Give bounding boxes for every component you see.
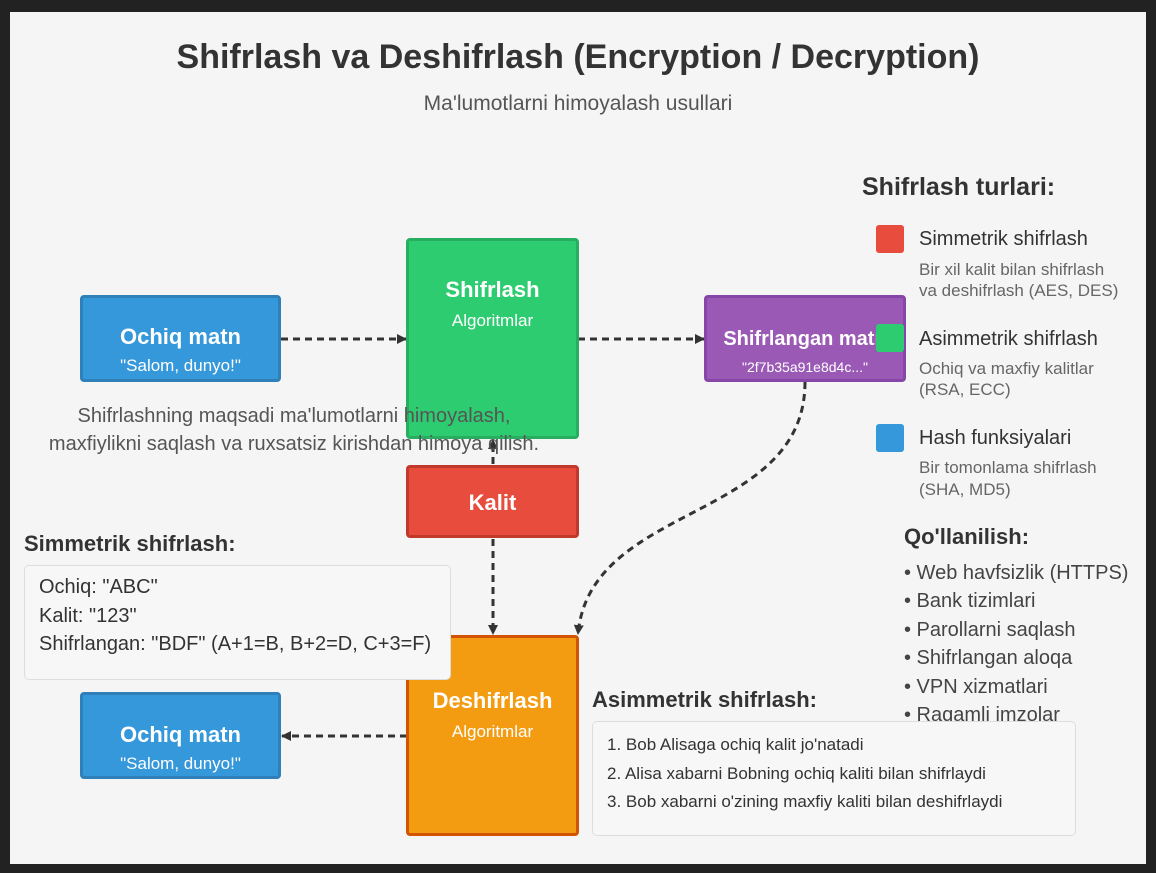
legend-swatch-asymmetric: [876, 324, 904, 352]
legend-desc-asymmetric-2: (RSA, ECC): [919, 380, 1011, 399]
asymmetric-example-heading: Asimmetrik shifrlash:: [592, 687, 817, 712]
usage-item-4: • Shifrlangan aloqa: [904, 647, 1073, 669]
asymmetric-example-panel: 1. Bob Alisaga ochiq kalit jo'natadi 2. …: [592, 721, 1076, 836]
usage-item-2: • Bank tizimlari: [904, 590, 1036, 612]
key-node-label: Kalit: [468, 490, 517, 515]
encrypt-node-label: Shifrlash: [445, 277, 540, 302]
decrypt-node-label: Deshifrlash: [432, 688, 553, 713]
result-plaintext-node: Ochiq matn "Salom, dunyo!": [80, 692, 281, 779]
purpose-note: Shifrlashning maqsadi ma'lumotlarni himo…: [30, 402, 558, 458]
decrypt-node-sub: Algoritmlar: [451, 722, 534, 741]
encrypt-node-sub: Algoritmlar: [451, 311, 534, 330]
legend-name-asymmetric: Asimmetrik shifrlash: [919, 328, 1098, 350]
legend-name-hash: Hash funksiyalari: [919, 427, 1072, 449]
purpose-note-line-2: maxfiylikni saqlash va ruxsatsiz kirishd…: [48, 433, 540, 455]
plaintext-node: Ochiq matn "Salom, dunyo!": [80, 295, 281, 382]
ciphertext-node-label: Shifrlangan matn: [723, 328, 887, 350]
asymmetric-example-line-2: 2. Alisa xabarni Bobning ochiq kaliti bi…: [607, 764, 986, 783]
legend-desc-symmetric-1: Bir xil kalit bilan shifrlash: [919, 260, 1105, 279]
symmetric-example-heading: Simmetrik shifrlash:: [24, 531, 236, 556]
asymmetric-example-line-1: 1. Bob Alisaga ochiq kalit jo'natadi: [607, 735, 864, 754]
page-title: Shifrlash va Deshifrlash (Encryption / D…: [176, 38, 980, 76]
plaintext-node-label: Ochiq matn: [119, 324, 241, 349]
diagram-canvas: Shifrlash va Deshifrlash (Encryption / D…: [10, 12, 1146, 864]
legend-desc-asymmetric-1: Ochiq va maxfiy kalitlar: [919, 359, 1094, 378]
asymmetric-example-line-3: 3. Bob xabarni o'zining maxfiy kaliti bi…: [607, 792, 1003, 811]
legend-swatch-symmetric: [876, 225, 904, 253]
usage-item-3: • Parollarni saqlash: [904, 619, 1076, 641]
key-node: Kalit: [406, 465, 579, 538]
legend-desc-hash-2: (SHA, MD5): [919, 480, 1011, 499]
symmetric-example-line-1: Ochiq: "ABC": [39, 576, 158, 598]
arrow-ciphertext-to-decrypt: [573, 381, 807, 635]
result-plaintext-label: Ochiq matn: [119, 722, 241, 747]
legend-desc-hash-1: Bir tomonlama shifrlash: [919, 458, 1097, 477]
types-heading: Shifrlash turlari:: [862, 173, 1056, 201]
purpose-note-line-1: Shifrlashning maqsadi ma'lumotlarni himo…: [77, 405, 511, 427]
legend-swatch-hash: [876, 424, 904, 452]
usage-heading: Qo'llanilish:: [904, 524, 1030, 549]
plaintext-node-value: "Salom, dunyo!": [120, 356, 241, 375]
symmetric-example-line-3: Shifrlangan: "BDF" (A+1=B, B+2=D, C+3=F): [39, 633, 432, 655]
result-plaintext-value: "Salom, dunyo!": [120, 754, 241, 773]
page-subtitle: Ma'lumotlarni himoyalash usullari: [423, 92, 733, 115]
symmetric-example-line-2: Kalit: "123": [39, 605, 137, 627]
ciphertext-node-value: "2f7b35a91e8d4c...": [742, 359, 868, 375]
usage-item-5: • VPN xizmatlari: [904, 676, 1048, 698]
symmetric-example-panel: Ochiq: "ABC" Kalit: "123" Shifrlangan: "…: [24, 565, 451, 680]
legend-desc-symmetric-2: va deshifrlash (AES, DES): [919, 281, 1119, 300]
usage-item-1: • Web havfsizlik (HTTPS): [904, 562, 1129, 584]
legend-name-symmetric: Simmetrik shifrlash: [919, 228, 1088, 250]
